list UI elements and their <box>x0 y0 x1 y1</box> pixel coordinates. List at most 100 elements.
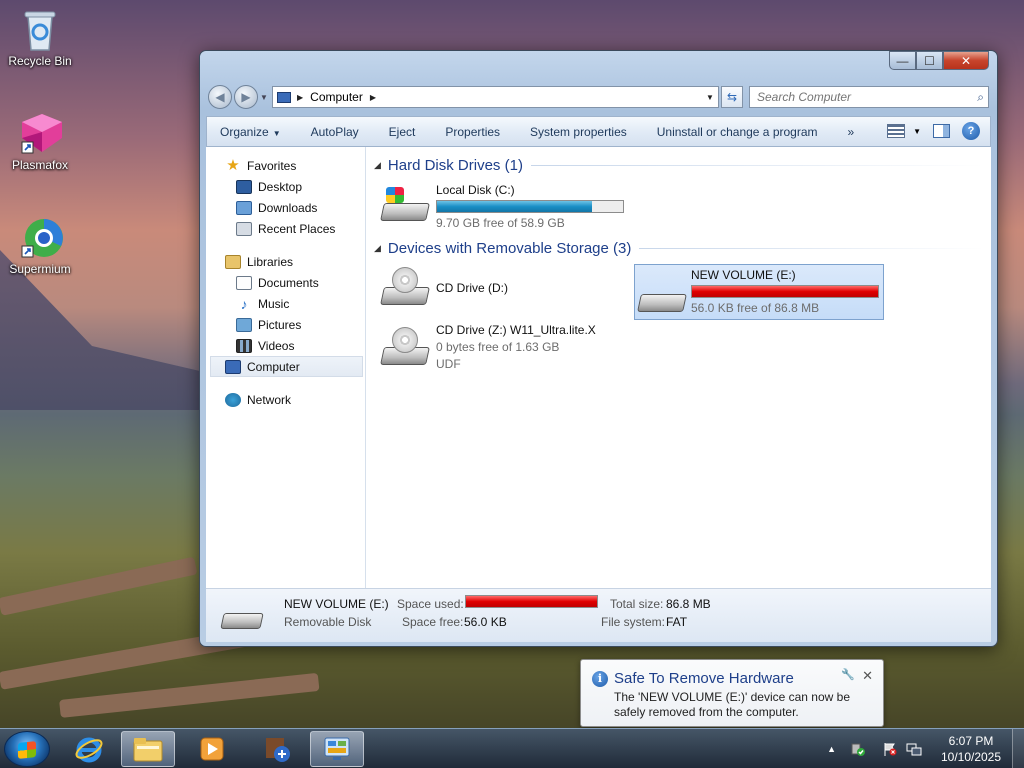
taskbar-control-panel[interactable] <box>310 731 364 767</box>
breadcrumb-separator-icon[interactable]: ▶ <box>297 93 303 102</box>
taskbar: ▲ 6:07 PM 10/10/2025 <box>0 728 1024 768</box>
plasmafox-icon <box>20 112 62 154</box>
notification-message: The 'NEW VOLUME (E:)' device can now be … <box>614 690 850 719</box>
breadcrumb-computer[interactable]: Computer <box>310 90 363 104</box>
safe-remove-notification[interactable]: i Safe To Remove Hardware 🔧 ✕ The 'NEW V… <box>580 659 884 727</box>
cd-disc-icon <box>392 327 418 353</box>
forward-button[interactable]: ▶ <box>234 85 258 109</box>
window-controls: — ☐ ✕ <box>889 51 989 70</box>
recent-places-icon <box>236 221 252 236</box>
explorer-content: ★ Favorites Desktop Downloads Recent Plac… <box>206 147 991 588</box>
eject-button[interactable]: Eject <box>389 125 416 139</box>
cd-disc-icon <box>392 267 418 293</box>
clock-time: 6:07 PM <box>948 734 994 748</box>
desktop-icon-label: Supermium <box>9 262 71 276</box>
details-pane: NEW VOLUME (E:) Removable Disk Space use… <box>206 588 991 642</box>
drive-local-disk-c[interactable]: Local Disk (C:) 9.70 GB free of 58.9 GB <box>380 183 624 230</box>
nav-desktop[interactable]: Desktop <box>206 176 365 197</box>
drive-cd-z[interactable]: CD Drive (Z:) W11_Ultra.lite.X 0 bytes f… <box>380 323 596 371</box>
documents-icon <box>236 275 252 290</box>
control-panel-icon <box>324 737 350 760</box>
maximize-button[interactable]: ☐ <box>916 51 943 70</box>
collapse-triangle-icon[interactable]: ◢ <box>374 160 381 171</box>
help-icon[interactable]: ? <box>962 122 980 140</box>
details-space-free-value: 56.0 KB <box>464 615 507 629</box>
notification-title: Safe To Remove Hardware <box>614 670 794 687</box>
navigation-pane: ★ Favorites Desktop Downloads Recent Plac… <box>206 147 366 588</box>
taskbar-setup-tool[interactable] <box>250 731 304 767</box>
search-box[interactable]: ⌕ <box>749 86 989 108</box>
collapse-triangle-icon[interactable]: ◢ <box>374 243 381 254</box>
properties-button[interactable]: Properties <box>445 125 500 139</box>
media-player-icon <box>200 737 224 761</box>
notification-close-button[interactable]: ✕ <box>862 668 873 684</box>
nav-favorites[interactable]: ★ Favorites <box>206 155 365 176</box>
back-button[interactable]: ◀ <box>208 85 232 109</box>
wallpaper-fence-rail <box>59 672 320 718</box>
address-dropdown-icon[interactable]: ▼ <box>702 93 718 102</box>
nav-libraries[interactable]: Libraries <box>206 251 365 272</box>
refresh-button[interactable]: ⇆ <box>721 86 743 108</box>
hard-drive-icon <box>380 183 430 225</box>
desktop-icon-plasmafox[interactable]: Plasmafox <box>0 112 80 172</box>
drive-name: Local Disk (C:) <box>436 183 515 197</box>
notification-settings-icon[interactable]: 🔧 <box>841 668 855 681</box>
details-total-size-value: 86.8 MB <box>666 597 711 611</box>
drive-new-volume-e[interactable]: NEW VOLUME (E:) 56.0 KB free of 86.8 MB <box>634 264 884 320</box>
toolbar-right-group: ▼ ? <box>875 122 980 140</box>
taskbar-clock[interactable]: 6:07 PM 10/10/2025 <box>930 733 1012 765</box>
internet-explorer-icon <box>75 737 103 763</box>
search-icon[interactable]: ⌕ <box>977 90 984 105</box>
nav-pictures[interactable]: Pictures <box>206 314 365 335</box>
group-header-removable-storage[interactable]: ◢ Devices with Removable Storage (3) <box>374 240 984 257</box>
show-hidden-icons-button[interactable]: ▲ <box>827 744 836 754</box>
start-button[interactable] <box>4 731 50 767</box>
drive-free-space: 0 bytes free of 1.63 GB <box>436 340 560 354</box>
nav-videos[interactable]: Videos <box>206 335 365 356</box>
uninstall-program-button[interactable]: Uninstall or change a program <box>657 125 818 139</box>
drive-usage-fill <box>437 201 593 212</box>
drive-free-space: 9.70 GB free of 58.9 GB <box>436 216 565 230</box>
action-center-flag-icon[interactable] <box>882 741 898 757</box>
show-desktop-button[interactable] <box>1012 729 1024 768</box>
supermium-icon <box>20 216 63 258</box>
taskbar-internet-explorer[interactable] <box>62 731 116 767</box>
explorer-window: — ☐ ✕ ◀ ▶ ▼ ▶ Computer ▶ ▼ ⇆ ⌕ Organize▼… <box>199 50 998 647</box>
more-commands-button[interactable]: » <box>848 125 855 139</box>
desktop-icon-label: Recycle Bin <box>8 54 72 68</box>
autoplay-button[interactable]: AutoPlay <box>311 125 359 139</box>
address-bar[interactable]: ▶ Computer ▶ ▼ <box>272 86 719 108</box>
search-input[interactable] <box>757 90 978 104</box>
nav-computer[interactable]: Computer <box>210 356 363 377</box>
system-properties-button[interactable]: System properties <box>530 125 627 139</box>
taskbar-media-player[interactable] <box>185 731 239 767</box>
change-view-icon[interactable] <box>887 124 906 138</box>
preview-pane-icon[interactable] <box>933 124 950 138</box>
desktop-icon-supermium[interactable]: Supermium <box>0 216 80 276</box>
computer-icon <box>277 91 291 103</box>
drive-free-space: 56.0 KB free of 86.8 MB <box>691 301 820 315</box>
breadcrumb-separator-icon[interactable]: ▶ <box>370 93 376 102</box>
taskbar-file-explorer[interactable] <box>121 731 175 767</box>
videos-icon <box>236 338 252 353</box>
nav-recent-places[interactable]: Recent Places <box>206 218 365 239</box>
minimize-button[interactable]: — <box>889 51 916 70</box>
close-button[interactable]: ✕ <box>943 51 989 70</box>
nav-network[interactable]: Network <box>206 389 365 410</box>
details-usage-bar <box>465 595 598 608</box>
recent-pages-dropdown[interactable]: ▼ <box>260 93 268 102</box>
star-icon: ★ <box>226 156 240 174</box>
drive-cd-d[interactable]: CD Drive (D:) <box>380 267 508 309</box>
libraries-icon <box>225 254 241 269</box>
desktop-icon-recycle-bin[interactable]: Recycle Bin <box>0 8 80 68</box>
details-drive-name: NEW VOLUME (E:) <box>284 597 389 611</box>
group-header-hard-disk-drives[interactable]: ◢ Hard Disk Drives (1) <box>374 157 984 174</box>
nav-downloads[interactable]: Downloads <box>206 197 365 218</box>
network-status-icon[interactable] <box>906 741 922 757</box>
nav-documents[interactable]: Documents <box>206 272 365 293</box>
organize-button[interactable]: Organize ▼ <box>220 125 281 139</box>
safely-remove-hardware-icon[interactable] <box>850 741 866 757</box>
nav-music[interactable]: ♪ Music <box>206 293 365 314</box>
details-space-free-label: Space free: <box>402 615 464 629</box>
view-options-dropdown[interactable]: ▼ <box>913 127 921 136</box>
